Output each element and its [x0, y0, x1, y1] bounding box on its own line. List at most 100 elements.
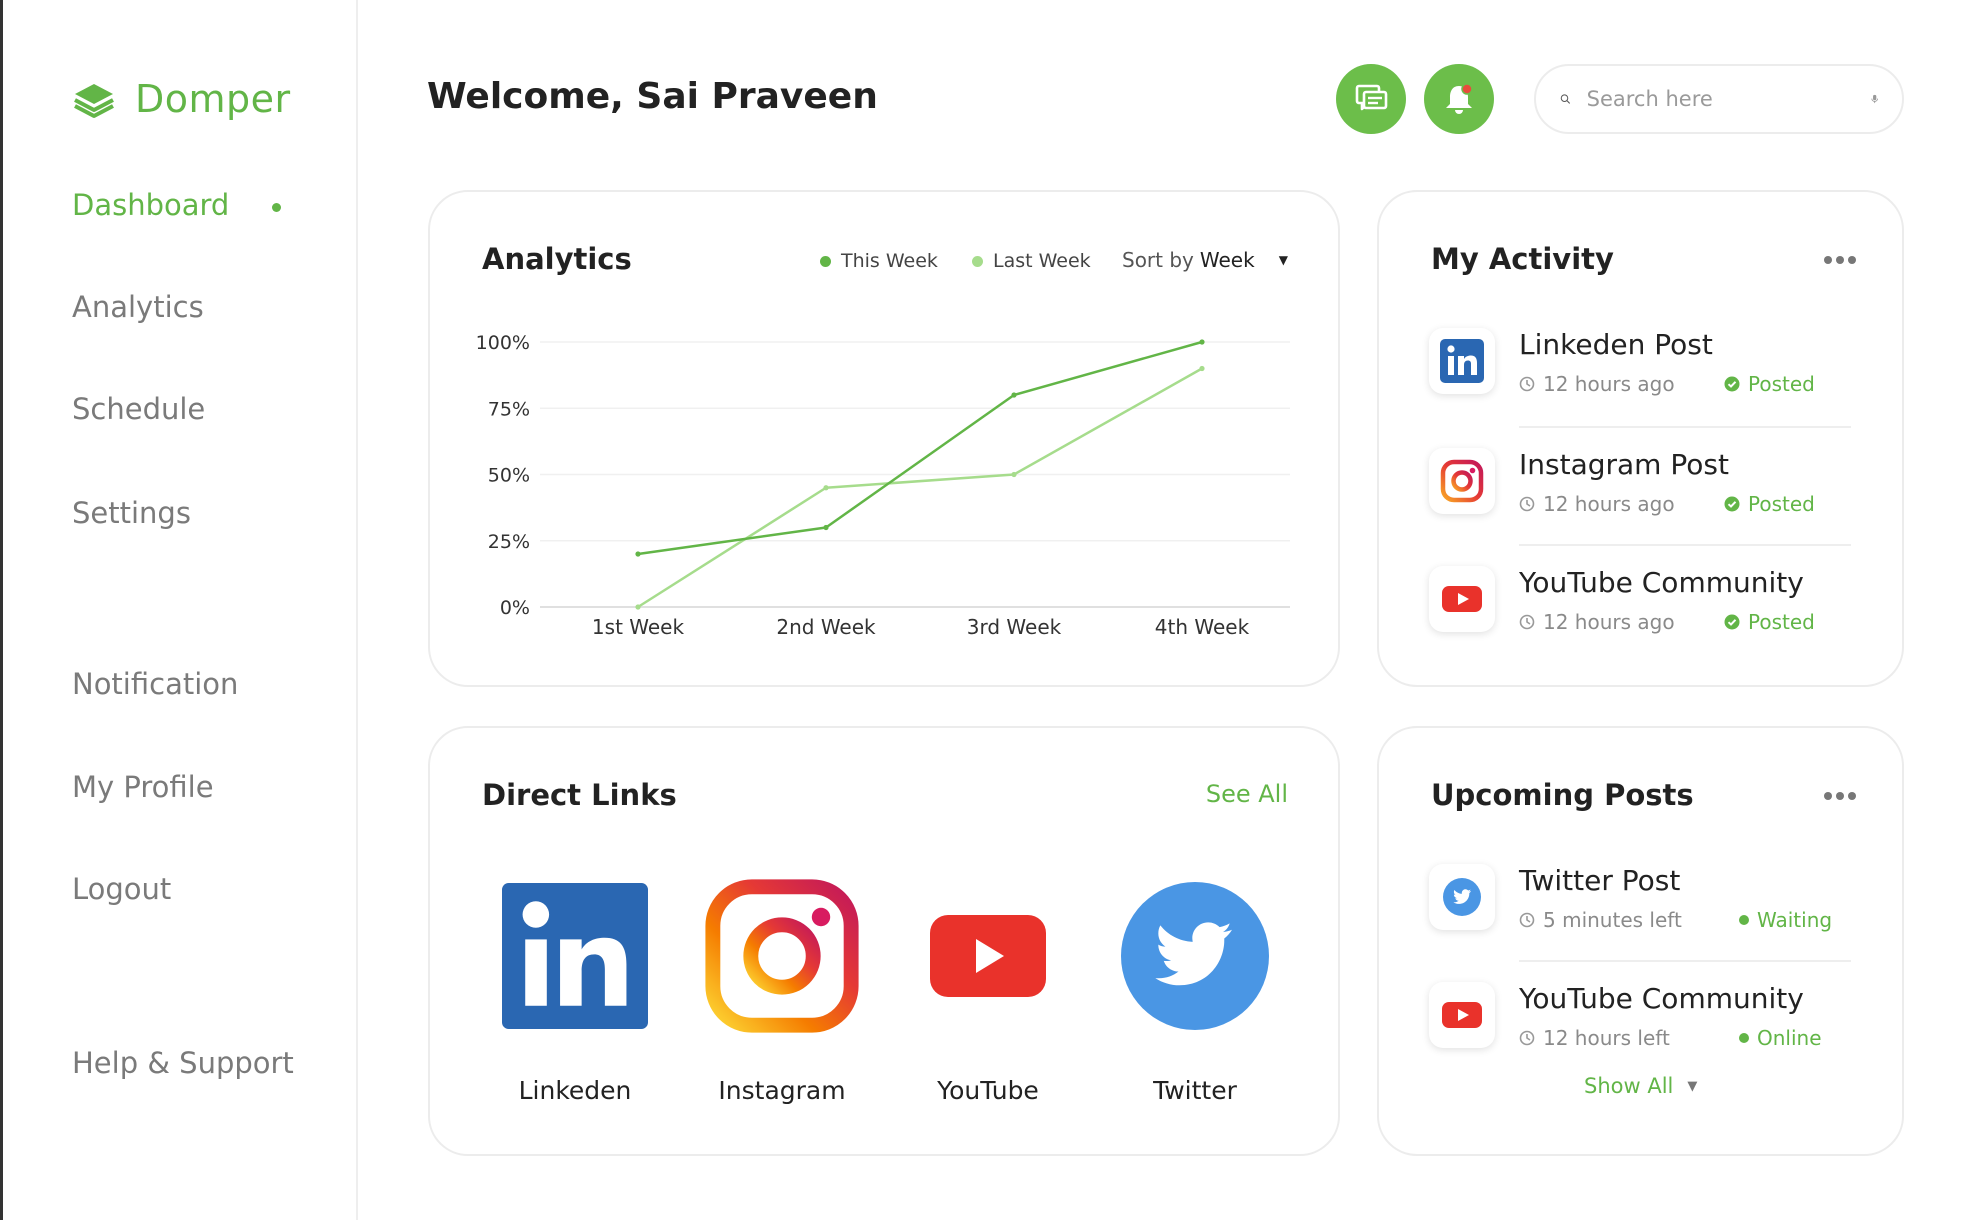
data-point [823, 524, 829, 531]
chevron-down-icon: ▼ [1687, 1078, 1698, 1094]
search-input[interactable] [1586, 87, 1855, 111]
data-point [1011, 471, 1017, 478]
status-text: Waiting [1757, 908, 1833, 932]
messages-button[interactable] [1336, 64, 1406, 134]
twitter-icon [1117, 878, 1273, 1034]
activity-time: 12 hours ago [1519, 610, 1675, 634]
youtube-icon [910, 878, 1066, 1034]
clock-icon [1519, 912, 1535, 928]
analytics-line-chart: 100% 75% 50% 25% 0% 1st Week 2nd Week 3rd Week 4… [476, 332, 1290, 639]
sidebar-item-notification[interactable]: Notification [72, 667, 238, 701]
data-point [635, 604, 641, 610]
activity-title: Instagram Post [1519, 448, 1729, 481]
x-tick-label: 2nd Week [776, 615, 876, 639]
status-text: Posted [1748, 372, 1815, 396]
linkedin-icon [1429, 328, 1495, 394]
chat-icon [1355, 84, 1388, 111]
status-text: Posted [1748, 610, 1815, 634]
upcoming-time-text: 12 hours left [1543, 1026, 1670, 1050]
divider [1519, 960, 1851, 962]
status-dot [1739, 1033, 1749, 1043]
data-point [635, 551, 641, 557]
status-badge: Online [1739, 1026, 1822, 1050]
more-dots-icon [1824, 256, 1832, 264]
instagram-icon [1429, 448, 1495, 514]
y-tick-label: 100% [476, 332, 530, 354]
direct-link-instagram[interactable]: Instagram [702, 878, 862, 1105]
sidebar: Domper Dashboard Analytics Schedule Sett… [3, 0, 358, 1220]
direct-links-card: Direct Links See All Linkeden Instagram … [428, 726, 1340, 1156]
direct-link-linkedin[interactable]: Linkeden [495, 878, 655, 1105]
upcoming-posts-card: Upcoming Posts Twitter Post 5 minutes le… [1377, 726, 1904, 1156]
direct-link-youtube[interactable]: YouTube [908, 878, 1068, 1105]
status-badge: Posted [1724, 372, 1815, 396]
check-circle-icon [1724, 376, 1740, 392]
direct-link-twitter[interactable]: Twitter [1115, 878, 1275, 1105]
y-tick-label: 25% [488, 531, 530, 553]
brand[interactable]: Domper [71, 76, 291, 122]
link-label: Instagram [718, 1076, 846, 1105]
check-circle-icon [1724, 496, 1740, 512]
clock-icon [1519, 1030, 1535, 1046]
status-dot [1739, 915, 1749, 925]
sidebar-item-settings[interactable]: Settings [72, 496, 191, 530]
sidebar-item-logout[interactable]: Logout [72, 872, 171, 906]
status-badge: Posted [1724, 492, 1815, 516]
instagram-icon [704, 878, 860, 1034]
upcoming-more-button[interactable] [1818, 786, 1862, 806]
x-tick-label: 1st Week [592, 615, 685, 639]
activity-time-text: 12 hours ago [1543, 492, 1675, 516]
bell-icon [1446, 83, 1473, 114]
activity-time: 12 hours ago [1519, 372, 1675, 396]
activity-title: YouTube Community [1519, 566, 1804, 599]
link-label: Linkeden [518, 1076, 632, 1105]
mic-icon[interactable] [1871, 87, 1878, 111]
data-point [1199, 365, 1205, 372]
clock-icon [1519, 614, 1535, 630]
status-text: Online [1757, 1026, 1822, 1050]
show-all-button[interactable]: Show All ▼ [1584, 1074, 1697, 1098]
upcoming-posts-title: Upcoming Posts [1431, 778, 1694, 812]
notifications-button[interactable] [1424, 64, 1494, 134]
my-activity-title: My Activity [1431, 242, 1614, 276]
series-line [637, 340, 1203, 556]
upcoming-time: 12 hours left [1519, 1026, 1670, 1050]
sidebar-item-dashboard[interactable]: Dashboard [72, 188, 229, 222]
brand-name: Domper [135, 77, 291, 121]
activity-title: Linkeden Post [1519, 328, 1713, 361]
sidebar-item-schedule[interactable]: Schedule [72, 392, 205, 426]
active-indicator-dot [272, 203, 281, 212]
activity-time-text: 12 hours ago [1543, 610, 1675, 634]
search-icon [1560, 94, 1570, 104]
linkedin-icon [497, 878, 653, 1034]
sidebar-item-help-support[interactable]: Help & Support [72, 1046, 294, 1080]
youtube-icon [1429, 566, 1495, 632]
status-badge: Waiting [1739, 908, 1832, 932]
clock-icon [1519, 376, 1535, 392]
clock-icon [1519, 496, 1535, 512]
youtube-icon [1429, 982, 1495, 1048]
x-tick-label: 3rd Week [967, 615, 1062, 639]
y-tick-label: 0% [500, 597, 530, 619]
upcoming-time: 5 minutes left [1519, 908, 1682, 932]
direct-links-title: Direct Links [482, 778, 677, 812]
data-point [1011, 392, 1017, 398]
more-dots-icon [1824, 792, 1832, 800]
y-tick-label: 75% [488, 398, 530, 420]
show-all-label: Show All [1584, 1074, 1674, 1098]
sidebar-item-my-profile[interactable]: My Profile [72, 770, 214, 804]
twitter-icon [1429, 864, 1495, 930]
upcoming-title: Twitter Post [1519, 864, 1681, 897]
sidebar-item-analytics[interactable]: Analytics [72, 290, 204, 324]
activity-time-text: 12 hours ago [1543, 372, 1675, 396]
divider [1519, 426, 1851, 428]
upcoming-time-text: 5 minutes left [1543, 908, 1682, 932]
activity-more-button[interactable] [1818, 250, 1862, 270]
divider [1519, 544, 1851, 546]
y-tick-label: 50% [488, 465, 530, 487]
check-circle-icon [1724, 614, 1740, 630]
see-all-link[interactable]: See All [1206, 780, 1288, 808]
search-bar[interactable] [1534, 64, 1904, 134]
my-activity-card: My Activity Linkeden Post 12 hours ago P… [1377, 190, 1904, 687]
status-badge: Posted [1724, 610, 1815, 634]
